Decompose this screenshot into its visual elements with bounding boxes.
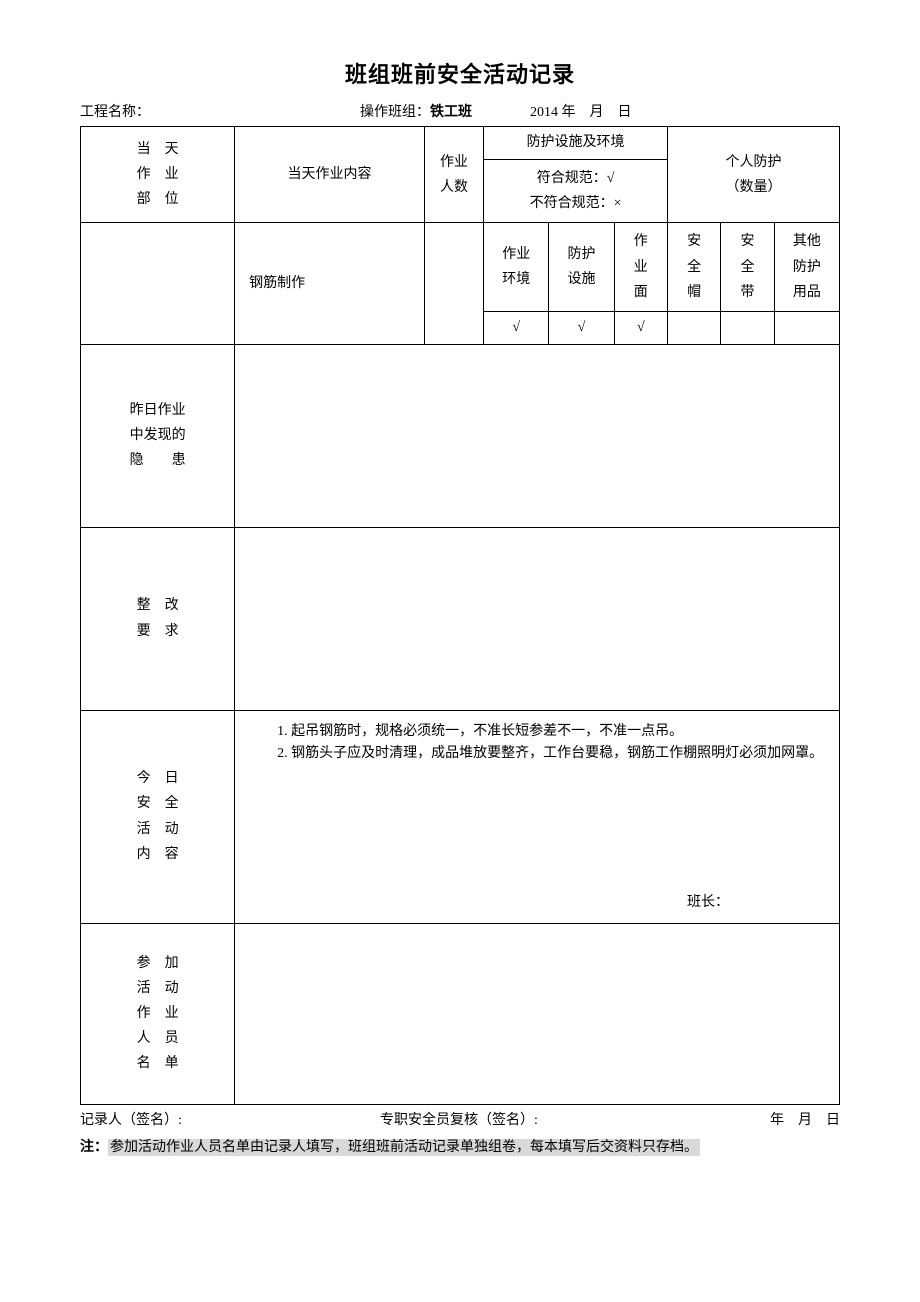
cell-today-part <box>81 223 235 344</box>
team-label: 操作班组： <box>360 105 430 120</box>
page-title: 班组班前安全活动记录 <box>80 60 840 91</box>
cell-participants <box>235 923 840 1104</box>
hdr-today-part: 当 天作 业部 位 <box>81 127 235 223</box>
mark-other <box>774 311 839 344</box>
note-body: 参加活动作业人员名单由记录人填写，班组班前活动记录单独组卷，每本填写后交资料只存… <box>108 1139 700 1156</box>
sub-facility: 防护设施 <box>549 223 614 312</box>
hdr-compliance: 符合规范：√不符合规范：× <box>484 159 668 222</box>
label-rectify: 整 改要 求 <box>81 527 235 710</box>
mark-helmet <box>667 311 720 344</box>
cell-rectify <box>235 527 840 710</box>
date-text: 2014 年 月 日 <box>530 103 840 123</box>
leader-label: 班长： <box>687 893 729 913</box>
cell-today-content: 钢筋制作 <box>235 223 425 344</box>
sub-helmet: 安全帽 <box>667 223 720 312</box>
recorder-label: 记录人（签名）: <box>80 1111 380 1131</box>
hdr-protection-env: 防护设施及环境 <box>484 127 668 160</box>
hdr-today-content: 当天作业内容 <box>235 127 425 223</box>
today-activity-text: 1. 起吊钢筋时，规格必须统一，不准长短参差不一，不准一点吊。 2. 钢筋头子应… <box>249 721 825 766</box>
mark-face: √ <box>614 311 667 344</box>
cell-today-activity: 1. 起吊钢筋时，规格必须统一，不准长短参差不一，不准一点吊。 2. 钢筋头子应… <box>235 710 840 923</box>
cell-worker-count <box>424 223 483 344</box>
sub-belt: 安全带 <box>721 223 774 312</box>
meta-row: 工程名称： 操作班组：铁工班 2014 年 月 日 <box>80 103 840 123</box>
mark-env: √ <box>484 311 549 344</box>
note-prefix: 注： <box>80 1140 108 1155</box>
hdr-personal-prot: 个人防护（数量） <box>667 127 839 223</box>
footer-date: 年 月 日 <box>680 1111 840 1131</box>
cell-yesterday <box>235 344 840 527</box>
team-value: 铁工班 <box>430 105 472 120</box>
footer-row: 记录人（签名）: 专职安全员复核（签名）: 年 月 日 <box>80 1111 840 1131</box>
mark-belt <box>721 311 774 344</box>
project-label: 工程名称： <box>80 105 150 120</box>
label-participants: 参 加活 动作 业人 员名 单 <box>81 923 235 1104</box>
sub-env: 作业环境 <box>484 223 549 312</box>
main-table: 当 天作 业部 位 当天作业内容 作业人数 防护设施及环境 个人防护（数量） 符… <box>80 126 840 1104</box>
sub-face: 作业面 <box>614 223 667 312</box>
sub-other: 其他防护用品 <box>774 223 839 312</box>
label-yesterday: 昨日作业中发现的隐 患 <box>81 344 235 527</box>
note-row: 注：参加活动作业人员名单由记录人填写，班组班前活动记录单独组卷，每本填写后交资料… <box>80 1138 840 1158</box>
label-today-activity: 今 日安 全活 动内 容 <box>81 710 235 923</box>
hdr-worker-count: 作业人数 <box>424 127 483 223</box>
mark-facility: √ <box>549 311 614 344</box>
reviewer-label: 专职安全员复核（签名）: <box>380 1111 680 1131</box>
